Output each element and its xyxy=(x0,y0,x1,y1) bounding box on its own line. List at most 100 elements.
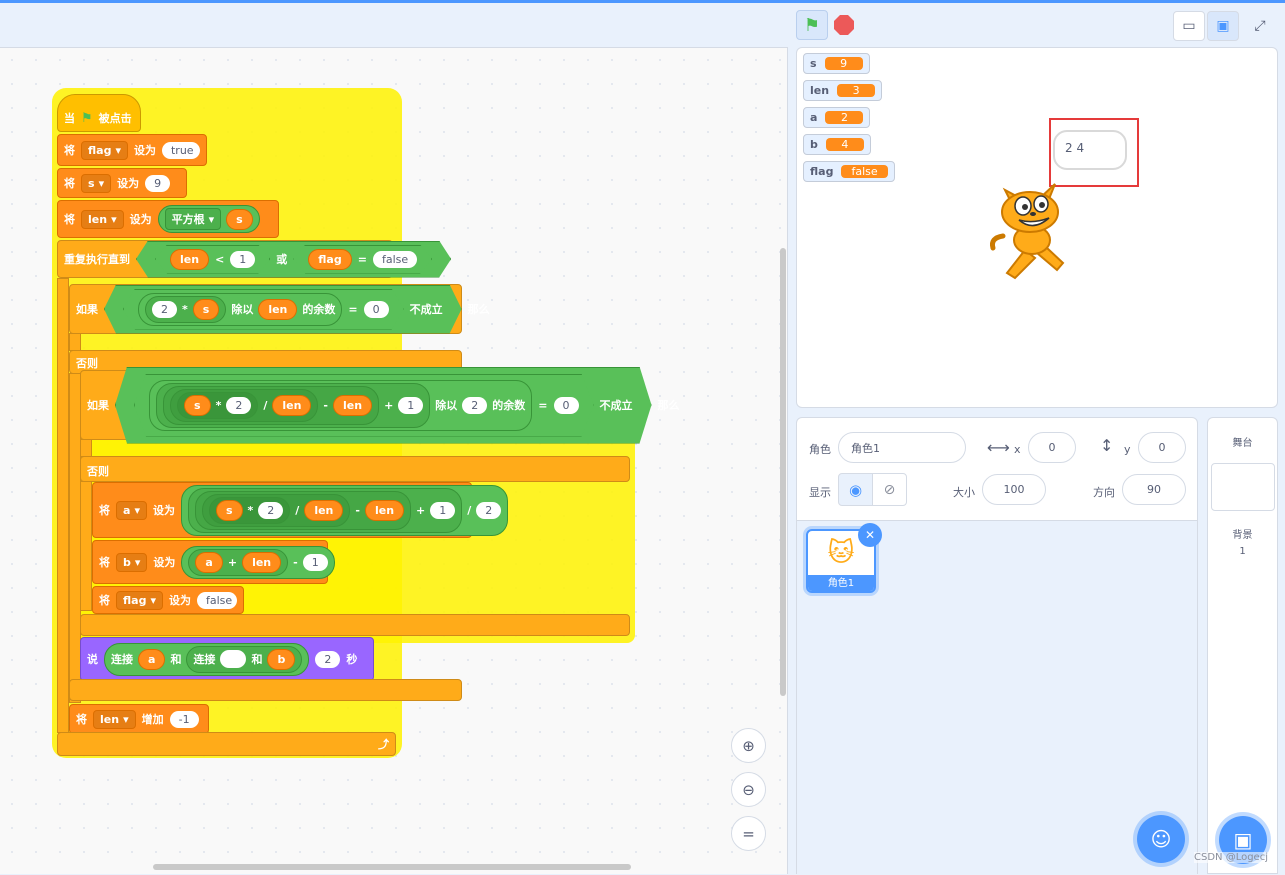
equals-condition[interactable]: s * 2 / len - len + 1 除以 2 的余数 = 0 xyxy=(134,374,594,437)
variable-dropdown[interactable]: b ▾ xyxy=(116,552,148,572)
size-field[interactable]: 100 xyxy=(982,474,1046,505)
value-input[interactable]: true xyxy=(161,141,200,159)
value-input[interactable]: 1 xyxy=(398,397,423,414)
add-reporter[interactable]: a + len xyxy=(188,548,289,576)
zoom-out-button[interactable]: ⊖ xyxy=(731,772,766,807)
value-input[interactable]: 2 xyxy=(476,501,502,519)
variable-reporter[interactable]: len xyxy=(364,499,405,521)
variable-reporter[interactable]: a xyxy=(195,551,223,573)
join-reporter-inner[interactable]: 连接 和 b xyxy=(186,645,303,673)
cat-sprite[interactable] xyxy=(985,178,1085,288)
fullscreen-button[interactable]: ⤢ xyxy=(1244,11,1276,41)
divide-reporter[interactable]: s * 2 / len - len + 1 / 2 xyxy=(180,484,509,536)
code-area[interactable]: 当 ⚑ 被点击 将 flag ▾ 设为 true 将 s ▾ 设为 9 将 len ▾… xyxy=(0,47,788,874)
value-input[interactable]: 0 xyxy=(554,397,579,414)
delete-sprite-button[interactable]: ✕ xyxy=(858,523,882,547)
say-for-secs-block[interactable]: 说 连接 a 和 连接 和 b 2 秒 xyxy=(80,637,374,681)
set-a-block[interactable]: 将 a ▾ 设为 s * 2 / len - len + 1 / 2 xyxy=(92,482,509,538)
value-input[interactable]: 1 xyxy=(230,251,255,268)
set-b-block[interactable]: 将 b ▾ 设为 a + len - 1 xyxy=(92,540,335,584)
large-stage-button[interactable]: ▣ xyxy=(1207,11,1239,41)
add-reporter[interactable]: s * 2 / len - len + 1 xyxy=(187,487,463,533)
stage-selector-panel[interactable]: 舞台 背景 1 ▣ xyxy=(1207,417,1278,874)
set-flag-block[interactable]: 将 flag ▾ 设为 true xyxy=(57,134,207,166)
not-condition[interactable]: s * 2 / len - len + 1 除以 2 的余数 = 0 不成立 xyxy=(115,367,652,444)
variable-dropdown[interactable]: len ▾ xyxy=(81,209,124,229)
set-len-block[interactable]: 将 len ▾ 设为 平方根 ▾ s xyxy=(57,200,279,238)
variable-dropdown[interactable]: s ▾ xyxy=(81,173,112,193)
equals-condition[interactable]: flag = false xyxy=(293,245,432,274)
variable-reporter[interactable]: len xyxy=(258,299,297,320)
set-s-block[interactable]: 将 s ▾ 设为 9 xyxy=(57,168,187,198)
show-visible-button[interactable]: ◉ xyxy=(838,473,873,506)
variable-reporter[interactable]: len xyxy=(272,395,311,416)
mod-reporter[interactable]: s * 2 / len - len + 1 除以 2 的余数 xyxy=(149,380,532,431)
value-input[interactable]: 1 xyxy=(430,501,456,519)
variable-reporter[interactable]: a xyxy=(138,648,166,670)
x-field[interactable]: 0 xyxy=(1028,432,1076,463)
show-hidden-button[interactable]: ⊘ xyxy=(872,473,907,506)
value-input[interactable] xyxy=(220,650,247,668)
variable-reporter[interactable]: s xyxy=(215,499,243,521)
horizontal-scrollbar[interactable] xyxy=(153,864,631,870)
variable-reporter[interactable]: s xyxy=(184,395,211,416)
sprite-name-field[interactable]: 角色1 xyxy=(838,432,966,463)
variable-dropdown[interactable]: flag ▾ xyxy=(116,590,163,610)
value-input[interactable]: 2 xyxy=(152,301,177,318)
function-dropdown[interactable]: 平方根 ▾ xyxy=(164,208,222,230)
value-input[interactable]: false xyxy=(373,251,417,268)
multiply-reporter[interactable]: s * 2 xyxy=(177,392,258,419)
variable-reporter[interactable]: len xyxy=(304,499,344,521)
if-else-block-2[interactable]: 如果 s * 2 / len - len + 1 除以 2 的余数 = 0 不成… xyxy=(80,370,680,440)
if-else-block-1[interactable]: 如果 2 * s 除以 len 的余数 = 0 不成立 那么 xyxy=(69,284,490,334)
variable-reporter[interactable]: len xyxy=(170,249,209,270)
variable-dropdown[interactable]: a ▾ xyxy=(116,500,147,520)
variable-reporter[interactable]: b xyxy=(267,648,296,670)
vertical-scrollbar[interactable] xyxy=(780,248,786,696)
value-input[interactable]: 1 xyxy=(302,553,328,571)
stop-button[interactable] xyxy=(828,10,860,40)
variable-reporter[interactable]: flag xyxy=(308,249,351,270)
repeat-until-block[interactable]: 重复执行直到 len <1 或 flag = false xyxy=(57,240,393,278)
variable-reporter[interactable]: s xyxy=(193,299,220,320)
subtract-reporter[interactable]: s * 2 / len - len xyxy=(163,386,379,425)
y-field[interactable]: 0 xyxy=(1138,432,1186,463)
set-flag-false-block[interactable]: 将 flag ▾ 设为 false xyxy=(92,586,244,614)
variable-reporter[interactable]: s xyxy=(226,208,253,230)
choose-sprite-button[interactable]: ☺ xyxy=(1137,815,1185,863)
value-input[interactable]: 9 xyxy=(145,174,171,192)
value-input[interactable]: 2 xyxy=(258,501,284,519)
or-condition[interactable]: len <1 或 flag = false xyxy=(136,241,451,278)
variable-dropdown[interactable]: len ▾ xyxy=(93,709,136,729)
value-input[interactable]: -1 xyxy=(169,710,199,728)
subtract-reporter[interactable]: a + len - 1 xyxy=(181,545,335,579)
value-input[interactable]: 2 xyxy=(462,397,487,414)
direction-field[interactable]: 90 xyxy=(1122,474,1186,505)
value-input[interactable]: 2 xyxy=(315,650,341,668)
variable-reporter[interactable]: len xyxy=(333,395,372,416)
value-input[interactable]: false xyxy=(196,591,237,609)
stage[interactable]: s9 len 3 a2 b4 flag false 2 4 xyxy=(796,47,1278,408)
value-input[interactable]: 0 xyxy=(364,301,389,318)
subtract-reporter[interactable]: s * 2 / len - len xyxy=(194,490,412,530)
variable-dropdown[interactable]: flag ▾ xyxy=(81,140,128,160)
join-reporter[interactable]: 连接 a 和 连接 和 b xyxy=(104,642,310,676)
zoom-reset-button[interactable]: = xyxy=(731,816,766,851)
less-than-condition[interactable]: len <1 xyxy=(155,245,270,274)
add-reporter[interactable]: s * 2 / len - len + 1 xyxy=(156,383,430,428)
multiply-reporter[interactable]: s * 2 xyxy=(208,496,291,524)
not-condition[interactable]: 2 * s 除以 len 的余数 = 0 不成立 xyxy=(104,285,462,334)
divide-reporter[interactable]: s * 2 / len xyxy=(201,493,351,527)
mod-reporter[interactable]: 2 * s 除以 len 的余数 xyxy=(138,293,342,326)
multiply-reporter[interactable]: 2 * s xyxy=(145,296,226,323)
variable-reporter[interactable]: len xyxy=(242,551,282,573)
equals-condition[interactable]: 2 * s 除以 len 的余数 = 0 xyxy=(123,289,404,330)
stage-thumbnail[interactable] xyxy=(1211,463,1275,511)
change-len-block[interactable]: 将 len ▾ 增加 -1 xyxy=(69,704,209,734)
divide-reporter[interactable]: s * 2 / len xyxy=(170,389,318,422)
when-flag-clicked-block[interactable]: 当 ⚑ 被点击 xyxy=(57,94,141,132)
green-flag-button[interactable]: ⚑ xyxy=(796,10,828,40)
value-input[interactable]: 2 xyxy=(226,397,251,414)
math-function-reporter[interactable]: 平方根 ▾ s xyxy=(157,205,260,233)
small-stage-button[interactable]: ▭ xyxy=(1173,11,1205,41)
